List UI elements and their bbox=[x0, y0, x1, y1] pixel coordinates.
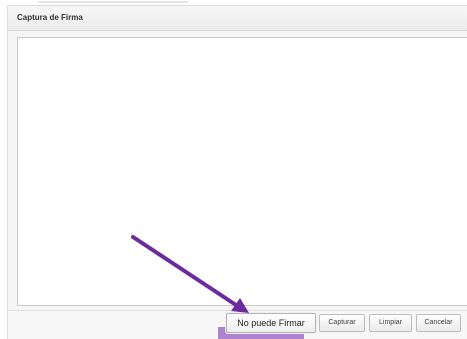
dialog-header: Captura de Firma bbox=[8, 6, 467, 31]
background-divider bbox=[38, 1, 188, 3]
signature-pad[interactable] bbox=[17, 37, 467, 306]
signature-dialog: Captura de Firma bbox=[7, 5, 467, 339]
cannot-sign-button[interactable]: No puede Firmar bbox=[226, 313, 316, 333]
clear-button[interactable]: Limpiar bbox=[369, 314, 412, 332]
dialog-title: Captura de Firma bbox=[17, 13, 83, 22]
capture-button[interactable]: Capturar bbox=[319, 314, 365, 332]
page: Captura de Firma No puede Firmar Captura… bbox=[0, 0, 467, 339]
cancel-button[interactable]: Cancelar bbox=[416, 314, 461, 332]
